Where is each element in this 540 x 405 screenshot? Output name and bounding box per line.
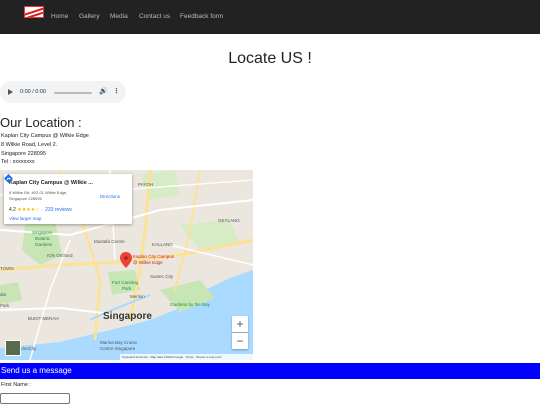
map-label-bukit-merah: BUKIT MERAH xyxy=(28,316,59,321)
more-options-icon[interactable]: ⋮ xyxy=(113,88,120,95)
map-label-fort-canning-1: Fort Canning xyxy=(112,280,139,285)
map-label-suntec: Suntec City xyxy=(150,274,174,279)
map-data-text: Map data ©2023 Google xyxy=(150,355,184,359)
play-icon[interactable] xyxy=(8,89,13,95)
map-label-dia: dia xyxy=(0,292,7,297)
address-tel: Tel : xxxxxxxx xyxy=(1,159,35,165)
zoom-in-button[interactable]: + xyxy=(232,316,248,332)
map-label-botanic-3: Gardens xyxy=(35,242,53,247)
google-map-embed[interactable]: PAYOH GEYLANG Mustafa Centre Singapore B… xyxy=(0,170,253,360)
location-title: Our Location : xyxy=(0,115,82,130)
map-label-botanic-1: Singapore xyxy=(32,230,53,235)
nav-contact-us[interactable]: Contact us xyxy=(139,13,170,20)
site-logo[interactable] xyxy=(24,6,44,18)
first-name-input[interactable] xyxy=(0,393,70,404)
nav-home[interactable]: Home xyxy=(51,13,68,20)
zoom-out-button[interactable]: − xyxy=(232,333,248,349)
marker-label-1: Kaplan City Campus xyxy=(133,254,175,259)
map-label-fort-canning-2: Park xyxy=(122,286,132,291)
send-message-header: Send us a message xyxy=(0,363,540,379)
map-label-botanic-2: Botanic xyxy=(35,236,51,241)
map-label-geylang: GEYLANG xyxy=(218,218,240,223)
view-larger-map-link[interactable]: View larger map xyxy=(9,216,41,221)
marker-label-2: @ Wilkie Edge xyxy=(133,260,163,265)
map-label-merlion: Merlion xyxy=(130,294,145,299)
audio-player: 0:00 / 0:00 🔊 ⋮ xyxy=(0,81,126,103)
audio-time: 0:00 / 0:00 xyxy=(20,89,46,95)
map-label-park: Park xyxy=(0,303,10,308)
star-icons: ★★★★☆ xyxy=(17,207,40,213)
address-line-3: Singapore 228095 xyxy=(1,151,46,157)
map-info-card: Kaplan City Campus @ Wilkie ... 8 Wilkie… xyxy=(4,174,132,224)
map-layers-thumbnail[interactable] xyxy=(5,340,21,356)
address-line-2: 8 Wilkie Road, Level 2. xyxy=(1,142,58,148)
map-label-gardens-bay: Gardens by the Bay xyxy=(170,302,210,307)
map-label-mustafa: Mustafa Centre xyxy=(94,239,125,244)
map-place-address-2: Singapore 228095 xyxy=(9,196,42,201)
terms-link[interactable]: Terms xyxy=(186,355,194,359)
first-name-label: First Name : xyxy=(1,382,31,388)
map-label-kallang: KALLANG xyxy=(152,242,173,247)
map-place-rating: 4.2 ★★★★☆ 233 reviews xyxy=(9,207,72,213)
volume-icon[interactable]: 🔊 xyxy=(99,88,108,95)
report-error-link[interactable]: Report a map error xyxy=(196,355,221,359)
map-place-title[interactable]: Kaplan City Campus @ Wilkie ... xyxy=(9,180,93,186)
directions-icon[interactable] xyxy=(4,174,13,183)
directions-link[interactable]: Directions xyxy=(100,194,120,199)
page-title: Locate US ! xyxy=(228,50,312,67)
navbar: Home Gallery Media Contact us Feedback f… xyxy=(0,0,540,34)
reviews-link[interactable]: 233 reviews xyxy=(45,207,72,213)
map-label-vivocity: VivoCity xyxy=(20,346,37,351)
map-label-ion: ION Orchard xyxy=(47,253,73,258)
map-label-marina-cruise-1: Marina Bay Cruise xyxy=(100,340,138,345)
address-line-1: Kaplan City Campus @ Wilkie Edge xyxy=(1,133,89,139)
audio-progress-slider[interactable] xyxy=(54,91,92,94)
map-label-payoh: PAYOH xyxy=(138,182,154,187)
map-attribution: Keyboard shortcuts Map data ©2023 Google… xyxy=(120,354,253,360)
map-label-town: TOWN xyxy=(0,266,14,271)
map-label-marina-cruise-2: Centre Singapore xyxy=(100,346,136,351)
map-label-singapore: Singapore xyxy=(103,311,152,322)
nav-feedback-form[interactable]: Feedback form xyxy=(180,13,223,20)
nav-media[interactable]: Media xyxy=(110,13,128,20)
map-place-address-1: 8 Wilkie Rd, #02-01 Wilkie Edge, xyxy=(9,190,68,195)
nav-gallery[interactable]: Gallery xyxy=(79,13,100,20)
rating-value: 4.2 xyxy=(9,207,16,213)
keyboard-shortcuts-link[interactable]: Keyboard shortcuts xyxy=(122,355,148,359)
